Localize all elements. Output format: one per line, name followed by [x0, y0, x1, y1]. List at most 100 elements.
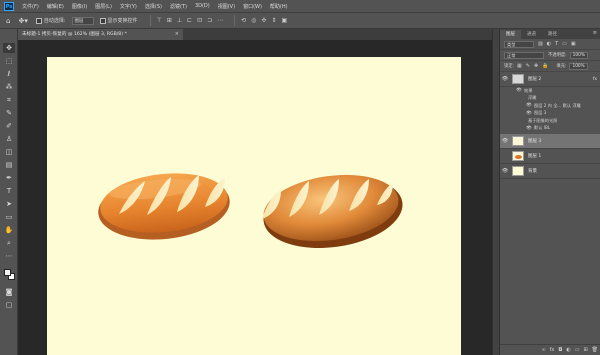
effect-item[interactable]: 基于图像的光照 — [500, 117, 600, 125]
effect-label: 图层 3 — [534, 110, 547, 116]
path-select-icon[interactable]: ➤ — [3, 199, 15, 209]
panel-menu-icon[interactable]: ≡ — [593, 30, 597, 36]
menu-image[interactable]: 图像(I) — [72, 3, 87, 10]
layers-panel: 图层 通道 路径 ≡ 类型 ▨ ◐ T ▭ ▣ 正常 不透明度: 100% 锁定… — [499, 29, 600, 355]
layer-row[interactable]: 图层 1 — [500, 149, 600, 164]
quick-mask-icon[interactable]: ◙ — [3, 287, 15, 297]
new-group-icon[interactable]: ▭ — [575, 347, 580, 353]
3d-drag-icon[interactable]: ✣ — [261, 17, 266, 24]
auto-select-checkbox[interactable] — [35, 17, 42, 24]
layer-row[interactable]: 👁 图层 2 fx — [500, 72, 600, 87]
gradient-icon[interactable]: ▤ — [3, 160, 15, 170]
align-left-icon[interactable]: ⊏ — [187, 17, 192, 24]
filter-type-icon[interactable]: T — [555, 41, 558, 47]
filter-adjust-icon[interactable]: ◐ — [547, 41, 551, 47]
crop-icon[interactable]: ⌗ — [3, 95, 15, 105]
align-top-icon[interactable]: ⊤ — [157, 17, 162, 24]
lasso-icon[interactable]: ℓ — [3, 69, 15, 79]
clone-stamp-icon[interactable]: ♙ — [3, 134, 15, 144]
new-layer-icon[interactable]: ⊞ — [583, 347, 587, 353]
adjustment-layer-icon[interactable]: ◐ — [566, 347, 570, 353]
effects-row[interactable]: 👁 效果 — [500, 87, 600, 95]
eraser-icon[interactable]: ◫ — [3, 147, 15, 157]
visibility-eye-icon[interactable]: 👁 — [514, 88, 524, 93]
filter-shape-icon[interactable]: ▭ — [562, 41, 567, 47]
magic-wand-icon[interactable]: ⁂ — [3, 82, 15, 92]
opacity-input[interactable]: 100% — [569, 51, 588, 59]
layer-row[interactable]: 👁 图层 3 — [500, 134, 600, 149]
filter-pixel-icon[interactable]: ▨ — [538, 41, 543, 47]
3d-slide-icon[interactable]: ⇕ — [271, 17, 276, 24]
foreground-color-swatch[interactable] — [4, 269, 11, 276]
menu-layer[interactable]: 图层(L) — [95, 3, 112, 10]
layer-fx-badge[interactable]: fx — [593, 77, 597, 82]
add-mask-icon[interactable]: ◘ — [558, 347, 562, 353]
visibility-eye-icon[interactable]: 👁 — [500, 76, 510, 82]
layer-row[interactable]: 👁 背景 — [500, 164, 600, 179]
align-middle-icon[interactable]: ⊞ — [167, 17, 172, 24]
tab-layers[interactable]: 图层 — [500, 30, 521, 39]
menu-edit[interactable]: 编辑(E) — [47, 3, 64, 10]
effect-item[interactable]: 👁 默认 IBL — [500, 125, 600, 133]
move-icon[interactable]: ✥ — [3, 43, 15, 53]
delete-layer-icon[interactable]: 🗑 — [592, 347, 598, 353]
effect-item[interactable]: 👁 图层 3 — [500, 110, 600, 118]
align-bottom-icon[interactable]: ⊥ — [177, 17, 182, 24]
options-separator — [234, 15, 236, 26]
align-right-icon[interactable]: ⊐ — [207, 17, 212, 24]
menu-3d[interactable]: 3D(D) — [195, 3, 210, 9]
more-tools-icon[interactable]: ⋯ — [3, 251, 15, 261]
close-icon[interactable]: × — [175, 29, 179, 40]
3d-rotate-icon[interactable]: ⟲ — [241, 17, 246, 24]
lock-move-icon[interactable]: ✥ — [534, 63, 538, 69]
tools-panel: ✥ ⬚ ℓ ⁂ ⌗ ✎ ✐ ♙ ◫ ▤ ✒ T ➤ ▭ ✋ ⌕ ⋯ ◙ ▢ — [0, 29, 18, 355]
shape-icon[interactable]: ▭ — [3, 212, 15, 222]
effect-item[interactable]: 👁 图层 2 内 全... 默认 浮雕 — [500, 102, 600, 110]
menu-view[interactable]: 视图(V) — [218, 3, 235, 10]
panel-dock-strip[interactable] — [492, 29, 499, 355]
zoom-icon[interactable]: ⌕ — [3, 238, 15, 248]
tab-paths[interactable]: 路径 — [542, 30, 563, 39]
hand-icon[interactable]: ✋ — [3, 225, 15, 235]
eyedropper-icon[interactable]: ✎ — [3, 108, 15, 118]
distribute-icon[interactable]: ⋯ — [217, 17, 223, 24]
menu-select[interactable]: 选择(S) — [145, 3, 162, 10]
home-icon[interactable]: ⌂ — [6, 17, 10, 25]
lock-paint-icon[interactable]: ✎ — [526, 63, 530, 69]
pen-icon[interactable]: ✒ — [3, 173, 15, 183]
brush-icon[interactable]: ✐ — [3, 121, 15, 131]
screen-mode-icon[interactable]: ▢ — [3, 300, 15, 310]
visibility-eye-icon[interactable]: 👁 — [524, 103, 534, 108]
blend-mode-dropdown[interactable]: 正常 — [504, 51, 544, 59]
document-tab[interactable]: 未标题-1 拷贝-恢复的 @ 162% (图层 3, RGB/8) * × — [18, 29, 183, 40]
menu-filter[interactable]: 滤镜(T) — [170, 3, 187, 10]
menu-help[interactable]: 帮助(H) — [270, 3, 288, 10]
visibility-eye-icon[interactable]: 👁 — [524, 111, 534, 116]
lock-all-icon[interactable]: 🔒 — [542, 63, 548, 69]
visibility-eye-icon[interactable]: 👁 — [524, 126, 534, 131]
auto-select-dropdown[interactable]: 图层 — [71, 16, 94, 25]
menu-window[interactable]: 窗口(W) — [243, 3, 262, 10]
3d-roll-icon[interactable]: ◎ — [251, 17, 256, 24]
link-layers-icon[interactable]: ∞ — [541, 347, 545, 353]
move-tool-preset-icon[interactable]: ✥▾ — [18, 17, 27, 25]
lock-pixels-icon[interactable]: ▦ — [517, 63, 522, 69]
marquee-icon[interactable]: ⬚ — [3, 56, 15, 66]
filter-kind-dropdown[interactable]: 类型 — [504, 40, 534, 48]
transform-controls-checkbox[interactable] — [99, 17, 106, 24]
3d-scale-icon[interactable]: ▣ — [281, 17, 287, 24]
options-bar: ⌂ ✥▾ 自动选择: 图层 显示变换控件 ⊤ ⊞ ⊥ ⊏ ⊡ ⊐ ⋯ ⟲ ◎ ✣… — [0, 12, 600, 29]
document-tab-bar: 未标题-1 拷贝-恢复的 @ 162% (图层 3, RGB/8) * × — [18, 29, 492, 40]
document-canvas[interactable] — [47, 57, 461, 355]
menu-type[interactable]: 文字(Y) — [120, 3, 137, 10]
fx-icon[interactable]: fx — [550, 347, 555, 353]
visibility-eye-icon[interactable]: 👁 — [500, 138, 510, 144]
visibility-eye-icon[interactable]: 👁 — [500, 168, 510, 174]
fill-input[interactable]: 100% — [569, 62, 588, 70]
type-icon[interactable]: T — [3, 186, 15, 196]
tab-channels[interactable]: 通道 — [521, 30, 542, 39]
align-center-icon[interactable]: ⊡ — [197, 17, 202, 24]
menu-file[interactable]: 文件(F) — [22, 3, 39, 10]
filter-smart-icon[interactable]: ▣ — [571, 41, 576, 47]
effect-item[interactable]: 浮雕 — [500, 95, 600, 103]
